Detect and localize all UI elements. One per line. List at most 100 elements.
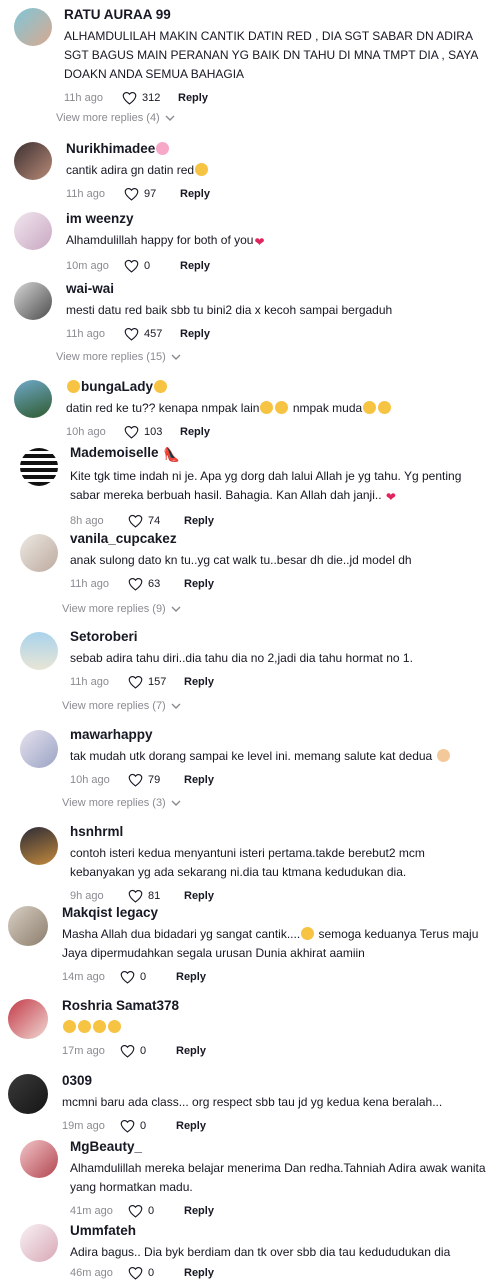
like-count: 0 bbox=[140, 1045, 147, 1057]
avatar[interactable] bbox=[14, 8, 52, 46]
username[interactable]: Mademoiselle bbox=[70, 445, 159, 460]
red-heart-emoji-icon: ❤ bbox=[385, 490, 396, 504]
avatar[interactable] bbox=[14, 282, 52, 320]
like-button[interactable]: 97 bbox=[124, 187, 180, 201]
view-more-replies[interactable]: View more replies (7) bbox=[62, 700, 181, 712]
reply-button[interactable]: Reply bbox=[184, 676, 214, 688]
timestamp: 11h ago bbox=[70, 578, 109, 590]
avatar[interactable] bbox=[8, 906, 48, 946]
comment-text: datin red ke tu?? kenapa nmpak lain bbox=[66, 401, 260, 415]
like-button[interactable]: 0 bbox=[128, 1266, 184, 1280]
reply-button[interactable]: Reply bbox=[180, 260, 210, 272]
view-more-replies[interactable]: View more replies (9) bbox=[62, 603, 181, 615]
username[interactable]: MgBeauty_ bbox=[70, 1138, 488, 1156]
avatar[interactable] bbox=[20, 534, 58, 572]
username[interactable]: im weenzy bbox=[66, 210, 486, 228]
username[interactable]: vanila_cupcakez bbox=[70, 530, 488, 548]
avatar[interactable] bbox=[8, 999, 48, 1039]
reply-button[interactable]: Reply bbox=[176, 971, 206, 983]
reply-button[interactable]: Reply bbox=[180, 426, 210, 438]
comment-text: anak sulong dato kn tu..yg cat walk tu..… bbox=[70, 553, 412, 567]
reply-button[interactable]: Reply bbox=[184, 774, 214, 786]
username[interactable]: wai-wai bbox=[66, 280, 486, 298]
heart-icon bbox=[128, 889, 143, 903]
comment-text: mcmni baru ada class... org respect sbb … bbox=[62, 1095, 443, 1109]
chevron-down-icon bbox=[171, 605, 181, 613]
smiling-hearts-emoji-icon bbox=[195, 163, 209, 176]
avatar[interactable] bbox=[14, 212, 52, 250]
avatar[interactable] bbox=[20, 730, 58, 768]
avatar[interactable] bbox=[20, 1224, 58, 1262]
like-button[interactable]: 103 bbox=[124, 425, 180, 439]
like-button[interactable]: 312 bbox=[122, 91, 178, 105]
view-more-replies[interactable]: View more replies (4) bbox=[56, 112, 175, 124]
like-count: 0 bbox=[148, 1267, 155, 1279]
like-button[interactable]: 0 bbox=[120, 1044, 176, 1058]
avatar[interactable] bbox=[14, 142, 52, 180]
sunflower-emoji-icon bbox=[154, 380, 168, 393]
username[interactable]: mawarhappy bbox=[70, 726, 488, 744]
reply-button[interactable]: Reply bbox=[180, 188, 210, 200]
comment-text: sebab adira tahu diri..dia tahu dia no 2… bbox=[70, 651, 413, 665]
timestamp: 10h ago bbox=[70, 774, 110, 786]
timestamp: 41m ago bbox=[70, 1205, 113, 1217]
username[interactable]: Roshria Samat378 bbox=[62, 997, 492, 1015]
view-more-replies[interactable]: View more replies (3) bbox=[62, 797, 181, 809]
view-more-label: View more replies (15) bbox=[56, 351, 166, 363]
avatar[interactable] bbox=[8, 1074, 48, 1114]
username[interactable]: Ummfateh bbox=[70, 1222, 488, 1240]
username[interactable]: Nurikhimadee bbox=[66, 141, 155, 156]
smiling-hearts-emoji-icon bbox=[93, 1020, 106, 1033]
reply-button[interactable]: Reply bbox=[176, 1120, 206, 1132]
like-button[interactable]: 81 bbox=[128, 889, 184, 903]
username[interactable]: RATU AURAA 99 bbox=[64, 6, 484, 24]
like-button[interactable]: 157 bbox=[128, 675, 184, 689]
reply-button[interactable]: Reply bbox=[184, 890, 214, 902]
timestamp: 8h ago bbox=[70, 515, 104, 527]
heart-icon bbox=[124, 259, 139, 273]
username[interactable]: 0309 bbox=[62, 1072, 494, 1090]
timestamp: 19m ago bbox=[62, 1120, 105, 1132]
like-button[interactable]: 0 bbox=[124, 259, 180, 273]
reply-button[interactable]: Reply bbox=[184, 515, 214, 527]
reply-button[interactable]: Reply bbox=[184, 1205, 214, 1217]
timestamp: 11h ago bbox=[66, 328, 105, 340]
like-count: 97 bbox=[144, 188, 157, 200]
like-button[interactable]: 0 bbox=[120, 1119, 176, 1133]
comment-text: Masha Allah dua bidadari yg sangat canti… bbox=[62, 927, 301, 941]
like-button[interactable]: 0 bbox=[128, 1204, 184, 1218]
reply-button[interactable]: Reply bbox=[178, 92, 208, 104]
heart-icon bbox=[128, 1204, 143, 1218]
like-button[interactable]: 63 bbox=[128, 577, 184, 591]
avatar[interactable] bbox=[20, 632, 58, 670]
like-button[interactable]: 0 bbox=[120, 970, 176, 984]
view-more-replies[interactable]: View more replies (15) bbox=[56, 351, 181, 363]
timestamp: 9h ago bbox=[70, 890, 104, 902]
avatar[interactable] bbox=[14, 380, 52, 418]
heart-icon bbox=[124, 425, 139, 439]
avatar[interactable] bbox=[20, 1140, 58, 1178]
sunflower-emoji-icon bbox=[67, 380, 80, 393]
like-button[interactable]: 457 bbox=[124, 327, 180, 341]
username[interactable]: hsnhrml bbox=[70, 823, 488, 841]
username[interactable]: Setoroberi bbox=[70, 628, 488, 646]
username[interactable]: bungaLady bbox=[81, 379, 153, 394]
like-count: 0 bbox=[140, 1120, 147, 1132]
reply-button[interactable]: Reply bbox=[184, 1267, 214, 1279]
like-button[interactable]: 79 bbox=[128, 773, 184, 787]
username[interactable]: Makqist legacy bbox=[62, 904, 492, 922]
comment-text bbox=[62, 1018, 492, 1037]
heart-icon bbox=[122, 91, 137, 105]
view-more-label: View more replies (9) bbox=[62, 603, 166, 615]
avatar[interactable] bbox=[20, 827, 58, 865]
comment-text: Alhamdulillah happy for both of you bbox=[66, 233, 254, 247]
reply-button[interactable]: Reply bbox=[180, 328, 210, 340]
reply-button[interactable]: Reply bbox=[184, 578, 214, 590]
comment-text: Kite tgk time indah ni je. Apa yg dorg d… bbox=[70, 469, 462, 502]
avatar[interactable] bbox=[20, 448, 58, 486]
like-button[interactable]: 74 bbox=[128, 514, 184, 528]
timestamp: 10m ago bbox=[66, 260, 109, 272]
comment-text: ALHAMDULILAH MAKIN CANTIK DATIN RED , DI… bbox=[64, 29, 478, 81]
reply-button[interactable]: Reply bbox=[176, 1045, 206, 1057]
view-more-label: View more replies (7) bbox=[62, 700, 166, 712]
